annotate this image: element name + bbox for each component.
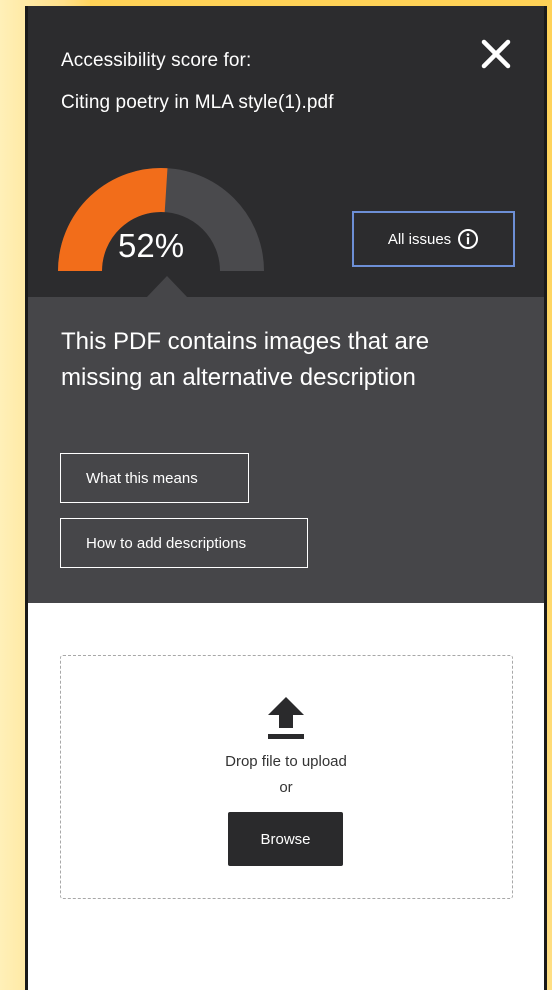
drop-instruction: Drop file to upload (225, 753, 347, 770)
accessibility-panel: Accessibility score for: Citing poetry i… (28, 6, 544, 990)
upload-icon (268, 697, 304, 739)
panel-border-right (544, 6, 547, 990)
score-value: 52% (118, 227, 185, 264)
browse-button[interactable]: Browse (228, 812, 343, 866)
what-this-means-button[interactable]: What this means (60, 453, 249, 503)
callout-pointer (146, 276, 188, 298)
close-button[interactable] (476, 34, 516, 74)
all-issues-button[interactable]: All issues (352, 211, 515, 267)
title-prefix: Accessibility score for: (61, 50, 252, 71)
info-icon (458, 229, 479, 249)
panel-header: Accessibility score for: Citing poetry i… (28, 6, 544, 297)
all-issues-label: All issues (387, 230, 452, 248)
drop-or-text: or (279, 779, 293, 796)
how-to-add-descriptions-button[interactable]: How to add descriptions (60, 518, 308, 568)
close-icon (481, 39, 511, 69)
file-name: Citing poetry in MLA style(1).pdf (61, 92, 334, 113)
issue-message: This PDF contains images that are missin… (61, 328, 430, 391)
